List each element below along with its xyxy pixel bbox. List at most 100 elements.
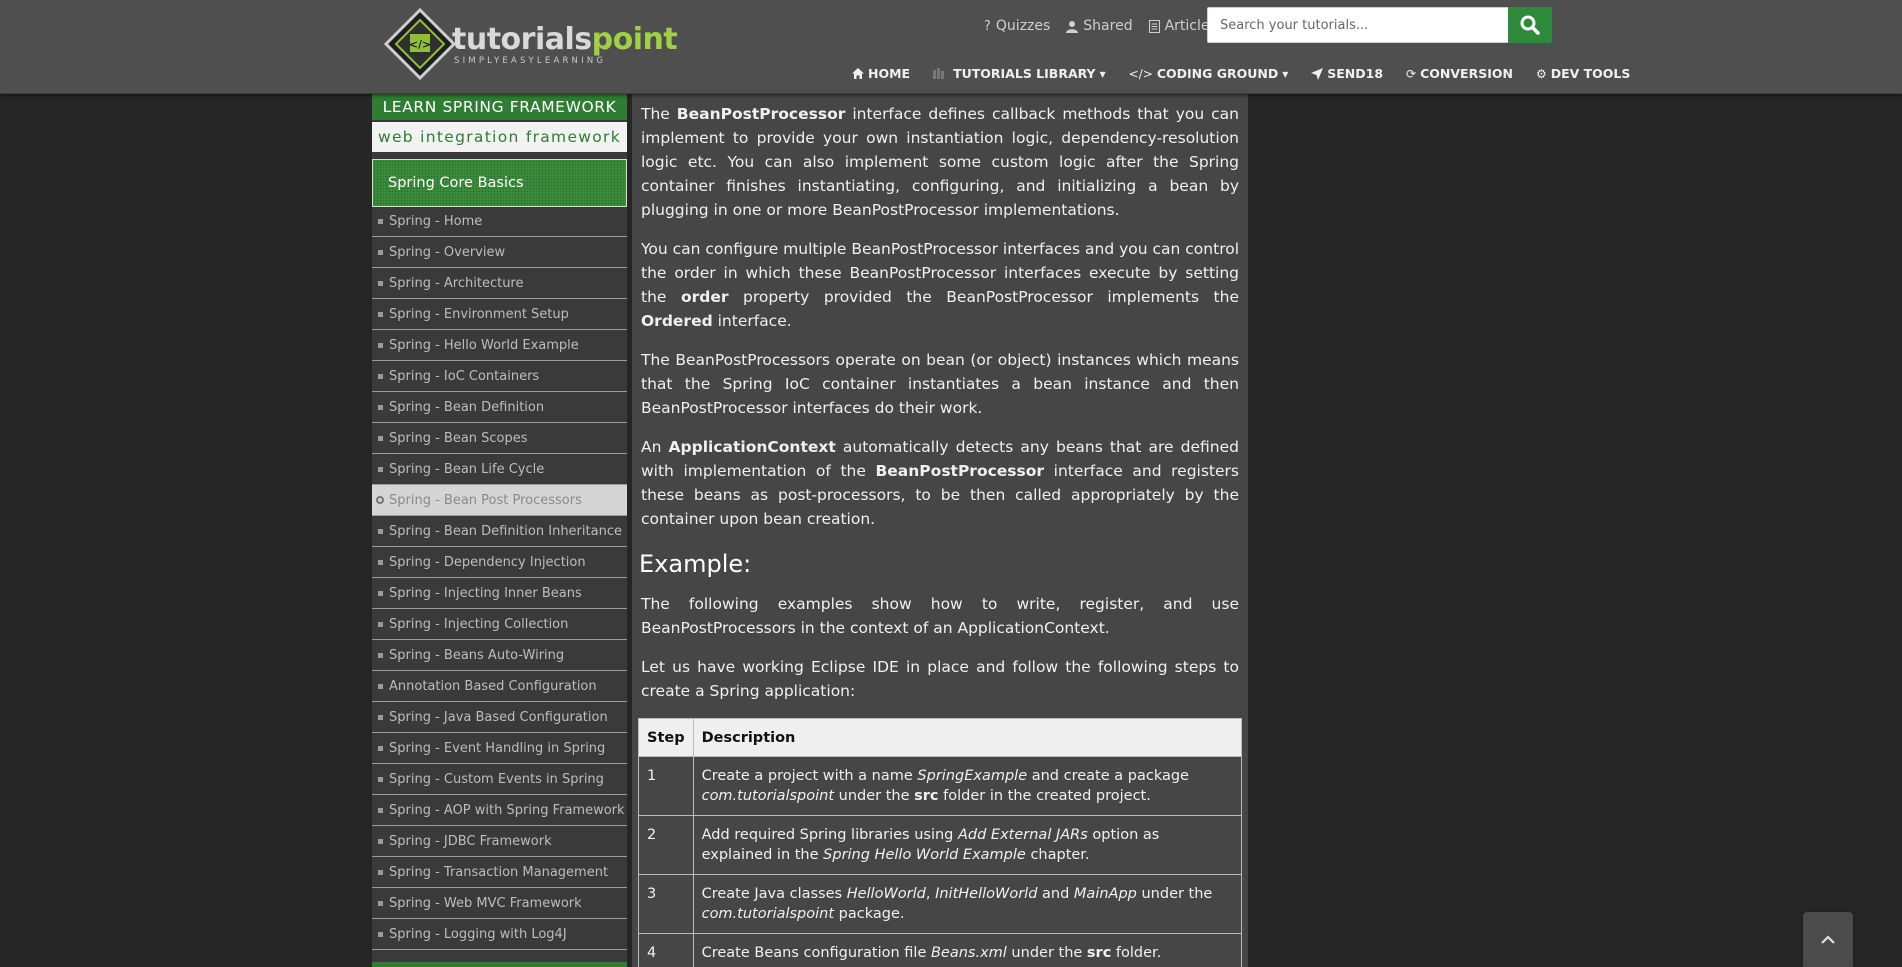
bullet-icon — [378, 343, 383, 348]
sidebar-item[interactable]: Spring - Dependency Injection — [372, 547, 627, 578]
sidebar-item-label: Spring - Logging with Log4J — [389, 926, 567, 942]
bullet-icon — [378, 653, 383, 658]
bullet-icon — [376, 496, 384, 504]
search-input[interactable] — [1207, 7, 1508, 43]
sidebar-item[interactable]: Spring - Bean Post Processors — [372, 485, 627, 516]
nav-send18[interactable]: SEND18 — [1311, 66, 1383, 81]
column-header-step: Step — [638, 718, 694, 757]
top-links: ? Quizzes Shared Articles — [984, 16, 1217, 36]
bullet-icon — [378, 622, 383, 627]
scroll-top-button[interactable] — [1803, 912, 1853, 967]
main-content: The BeanPostProcessor interface defines … — [632, 94, 1248, 967]
bullet-icon — [378, 684, 383, 689]
sidebar-item-label: Spring - Event Handling in Spring — [389, 740, 606, 756]
step-description: Create Java classes HelloWorld, InitHell… — [692, 874, 1243, 934]
sidebar-item[interactable]: Spring - Bean Definition — [372, 392, 627, 423]
bullet-icon — [378, 839, 383, 844]
bullet-icon — [378, 467, 383, 472]
sidebar-item[interactable]: Spring - AOP with Spring Framework — [372, 795, 627, 826]
nav-dev-tools[interactable]: ⚙ DEV TOOLS — [1536, 66, 1630, 81]
sidebar-item[interactable]: Spring - Overview — [372, 237, 627, 268]
sidebar-item-label: Spring - IoC Containers — [389, 368, 540, 384]
caret-down-icon: ▾ — [1099, 66, 1106, 81]
table-row: 1 Create a project with a name SpringExa… — [638, 756, 1243, 816]
paragraph-instances: The BeanPostProcessors operate on bean (… — [641, 351, 1239, 417]
library-icon — [933, 68, 945, 79]
sidebar-item[interactable]: Spring - Environment Setup — [372, 299, 627, 330]
sidebar-item-label: Spring - Injecting Inner Beans — [389, 585, 582, 601]
search-icon — [1520, 15, 1540, 35]
sidebar-item[interactable]: Spring - Web MVC Framework — [372, 888, 627, 919]
sidebar-item[interactable]: Annotation Based Configuration — [372, 671, 627, 702]
paragraph-example-intro: The following examples show how to write… — [641, 595, 1239, 637]
sidebar-item[interactable]: Spring - Logging with Log4J — [372, 919, 627, 950]
bullet-icon — [378, 591, 383, 596]
table-header-row: Step Description — [638, 718, 1243, 757]
bullet-icon — [378, 436, 383, 441]
sidebar-item[interactable]: Spring - JDBC Framework — [372, 826, 627, 857]
banner-title: LEARN SPRING FRAMEWORK — [372, 94, 627, 120]
sidebar-item[interactable]: Spring - Beans Auto-Wiring — [372, 640, 627, 671]
sidebar-item[interactable]: Spring - Transaction Management — [372, 857, 627, 888]
nav-home[interactable]: HOME — [852, 66, 910, 81]
gear-icon: ⚙ — [1535, 66, 1547, 81]
step-number: 2 — [638, 815, 694, 875]
quizzes-link[interactable]: ? Quizzes — [984, 16, 1050, 36]
sidebar-item-label: Spring - Environment Setup — [389, 306, 569, 322]
sidebar-item[interactable]: Spring - Bean Scopes — [372, 423, 627, 454]
sidebar-item-label: Spring - Bean Life Cycle — [389, 461, 545, 477]
sidebar-item[interactable]: Spring - Injecting Collection — [372, 609, 627, 640]
spring-banner[interactable]: LEARN SPRING FRAMEWORK web integration f… — [372, 94, 627, 154]
bullet-icon — [378, 250, 383, 255]
sidebar: LEARN SPRING FRAMEWORK web integration f… — [372, 94, 627, 967]
sidebar-item-label: Spring - Home — [389, 213, 483, 229]
site-header: </> tutorialspoint SIMPLYEASYLEARNING ? … — [0, 0, 1902, 94]
site-logo[interactable]: </> tutorialspoint SIMPLYEASYLEARNING — [380, 8, 678, 80]
sidebar-item[interactable]: Spring - Bean Life Cycle — [372, 454, 627, 485]
search-button[interactable] — [1508, 7, 1552, 43]
example-heading: Example: — [639, 550, 752, 578]
sidebar-item-label: Annotation Based Configuration — [389, 678, 597, 694]
sidebar-item-label: Spring - Bean Definition — [389, 399, 545, 415]
sidebar-item[interactable]: Spring - Architecture — [372, 268, 627, 299]
sidebar-item[interactable]: Spring - Custom Events in Spring — [372, 764, 627, 795]
question-icon: ? — [984, 18, 991, 34]
sidebar-item[interactable]: Spring - IoC Containers — [372, 361, 627, 392]
step-description: Create a project with a name SpringExamp… — [692, 756, 1243, 816]
step-description: Add required Spring libraries using Add … — [692, 815, 1243, 875]
nav-conversion[interactable]: ⟳ CONVERSION — [1406, 66, 1513, 81]
logo-icon: </> — [383, 8, 457, 80]
sidebar-item[interactable]: Spring - Java Based Configuration — [372, 702, 627, 733]
svg-text:</>: </> — [409, 38, 431, 51]
sidebar-item[interactable]: Spring - Injecting Inner Beans — [372, 578, 627, 609]
bullet-icon — [378, 715, 383, 720]
bullet-icon — [378, 312, 383, 317]
sidebar-item-label: Spring - Overview — [389, 244, 506, 260]
sidebar-item[interactable]: Spring - Event Handling in Spring — [372, 733, 627, 764]
sidebar-item[interactable]: Spring - Home — [372, 206, 627, 237]
document-icon — [1148, 19, 1160, 33]
caret-down-icon: ▾ — [1282, 66, 1289, 81]
home-icon — [852, 68, 864, 79]
step-description: Create Beans configuration file Beans.xm… — [692, 933, 1243, 967]
banner-subtitle: web integration framework — [372, 122, 627, 152]
bullet-icon — [378, 901, 383, 906]
bullet-icon — [378, 808, 383, 813]
nav-coding-ground[interactable]: </> CODING GROUND ▾ — [1129, 66, 1289, 81]
sidebar-item-label: Spring - Hello World Example — [389, 337, 579, 353]
bullet-icon — [378, 529, 383, 534]
sidebar-item[interactable]: Spring - Hello World Example — [372, 330, 627, 361]
logo-tagline: SIMPLYEASYLEARNING — [454, 56, 607, 66]
sidebar-next-section — [372, 962, 627, 967]
paragraph-application-context: An ApplicationContext automatically dete… — [641, 438, 1239, 528]
sidebar-item-label: Spring - Dependency Injection — [389, 554, 586, 570]
sidebar-item-label: Spring - JDBC Framework — [389, 833, 552, 849]
table-row: 2 Add required Spring libraries using Ad… — [638, 815, 1243, 875]
sidebar-item-label: Spring - Bean Definition Inheritance — [389, 523, 622, 539]
shared-link[interactable]: Shared — [1066, 16, 1133, 36]
sidebar-item[interactable]: Spring - Bean Definition Inheritance — [372, 516, 627, 547]
sidebar-item-label: Spring - Beans Auto-Wiring — [389, 647, 565, 663]
search-bar — [1207, 7, 1552, 43]
nav-tutorials-library[interactable]: TUTORIALS LIBRARY ▾ — [933, 66, 1106, 81]
bullet-icon — [378, 405, 383, 410]
